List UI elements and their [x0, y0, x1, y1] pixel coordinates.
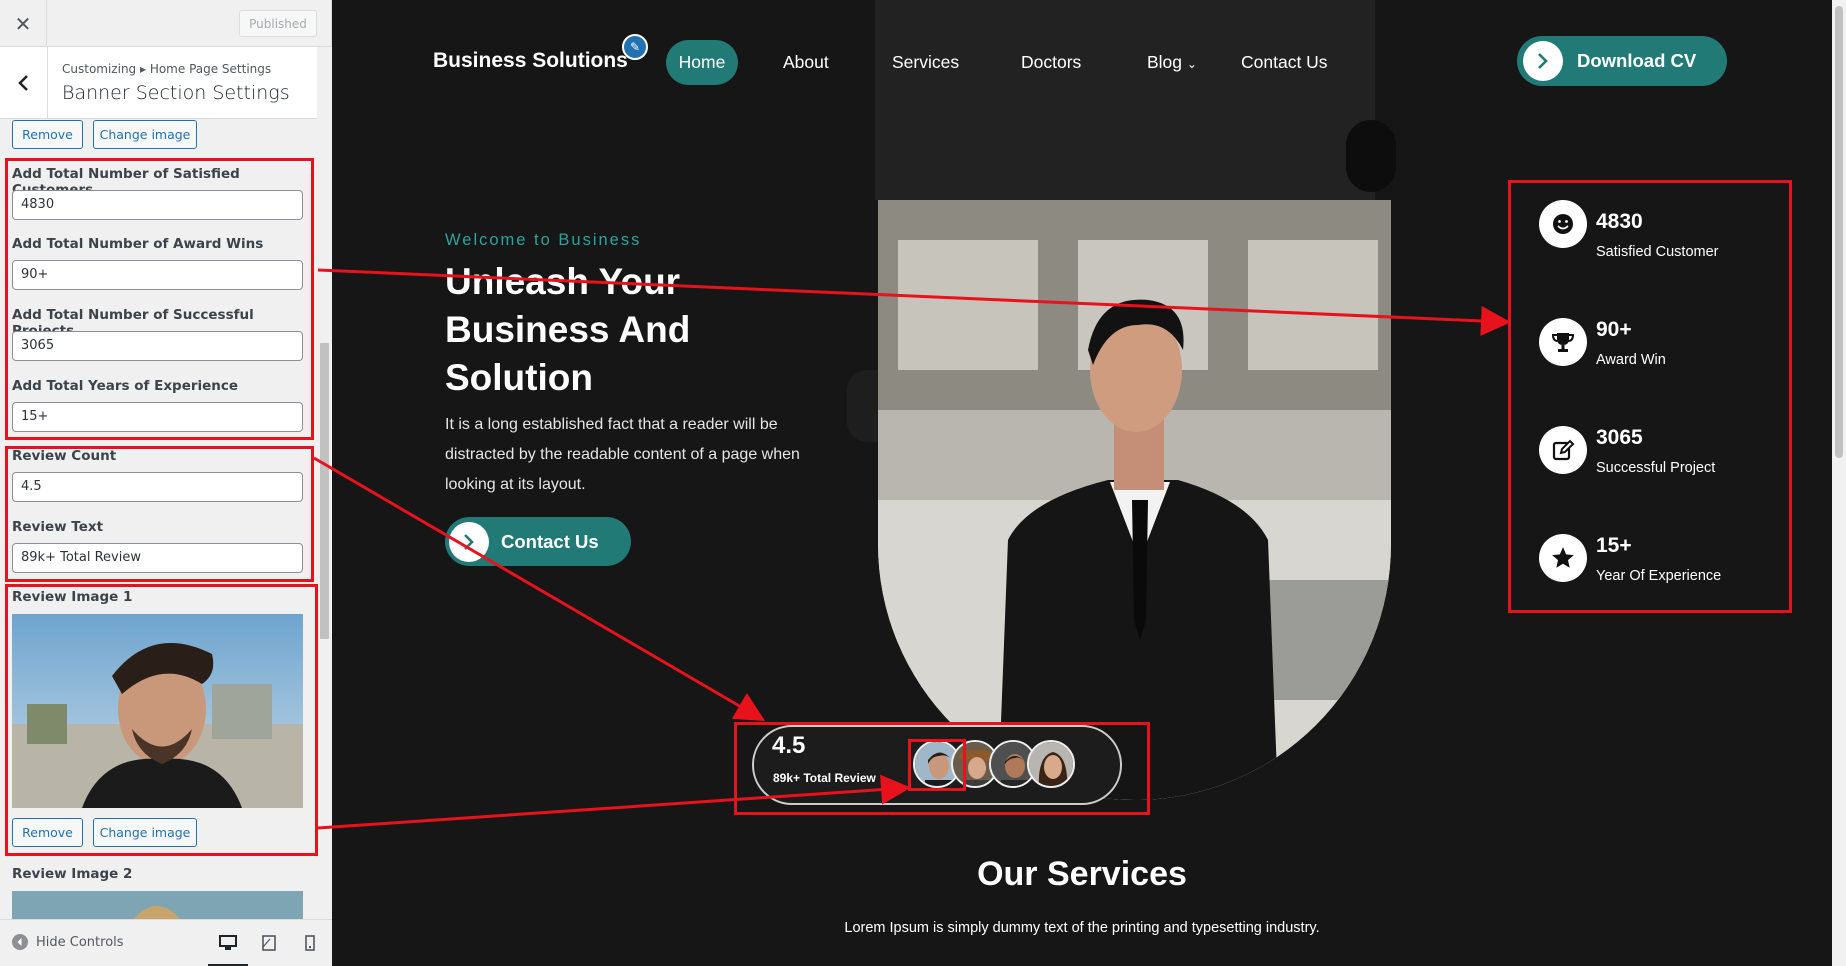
sidebar-scrollbar-thumb[interactable]	[320, 343, 329, 639]
hero-eyebrow: Welcome to Business	[445, 231, 642, 249]
customizer-footer: Hide Controls	[0, 919, 332, 966]
remove-button[interactable]: Remove	[12, 120, 83, 149]
preview-scrollbar-thumb[interactable]	[1835, 6, 1843, 458]
desktop-icon[interactable]	[217, 932, 239, 954]
download-cv-button[interactable]: Download CV	[1517, 36, 1727, 86]
contact-us-label: Contact Us	[501, 530, 599, 552]
breadcrumb: Customizing ▸ Home Page Settings	[62, 62, 272, 76]
nav-blog[interactable]: Blog ⌄	[1147, 52, 1197, 73]
nav-home[interactable]: Home	[666, 40, 738, 85]
services-description: Lorem Ipsum is simply dummy text of the …	[844, 920, 1320, 936]
nav-contact[interactable]: Contact Us	[1241, 52, 1328, 73]
review-image-2-preview[interactable]	[12, 891, 303, 919]
change-image-button[interactable]: Change image	[93, 120, 197, 149]
nav-services[interactable]: Services	[892, 52, 959, 73]
services-title: Our Services	[977, 855, 1187, 893]
hide-controls-button[interactable]: Hide Controls	[12, 934, 124, 950]
download-cv-label: Download CV	[1577, 50, 1697, 71]
nav-blog-label: Blog	[1147, 52, 1183, 72]
close-icon[interactable]: ✕	[0, 0, 47, 47]
chevron-right-icon	[449, 521, 489, 562]
hide-controls-label: Hide Controls	[36, 934, 124, 950]
section-header: Customizing ▸ Home Page Settings Banner …	[0, 47, 317, 119]
hero-title: Unleash Your Business And Solution	[445, 261, 691, 398]
hero-background-band	[875, 0, 1375, 200]
hero-description: It is a long established fact that a rea…	[445, 416, 800, 493]
site-logo[interactable]: Business Solutions	[433, 49, 628, 73]
published-button[interactable]: Published	[239, 10, 317, 37]
annotation-box-review-fields	[5, 446, 314, 582]
decorative-shape	[1346, 120, 1396, 192]
section-title: Banner Section Settings	[62, 82, 290, 104]
nav-about[interactable]: About	[783, 52, 829, 73]
annotation-box-stats-fields	[5, 158, 314, 440]
mobile-icon[interactable]	[299, 932, 321, 954]
annotation-box-review-avatar	[908, 739, 966, 791]
chevron-down-icon: ⌄	[1186, 57, 1197, 71]
chevron-right-icon	[1523, 41, 1563, 81]
review-image-2-label: Review Image 2	[12, 866, 133, 882]
customizer-header: ✕ Published	[0, 0, 331, 47]
edit-shortcut-icon[interactable]: ✎	[622, 34, 648, 60]
annotation-box-stats-display	[1508, 180, 1792, 613]
collapse-icon	[12, 934, 28, 950]
annotation-box-review-image	[5, 584, 318, 856]
back-icon[interactable]	[0, 47, 48, 119]
nav-doctors[interactable]: Doctors	[1021, 52, 1081, 73]
hero-image	[878, 200, 1391, 800]
tablet-icon[interactable]	[258, 932, 280, 954]
contact-us-button[interactable]: Contact Us	[445, 517, 631, 566]
